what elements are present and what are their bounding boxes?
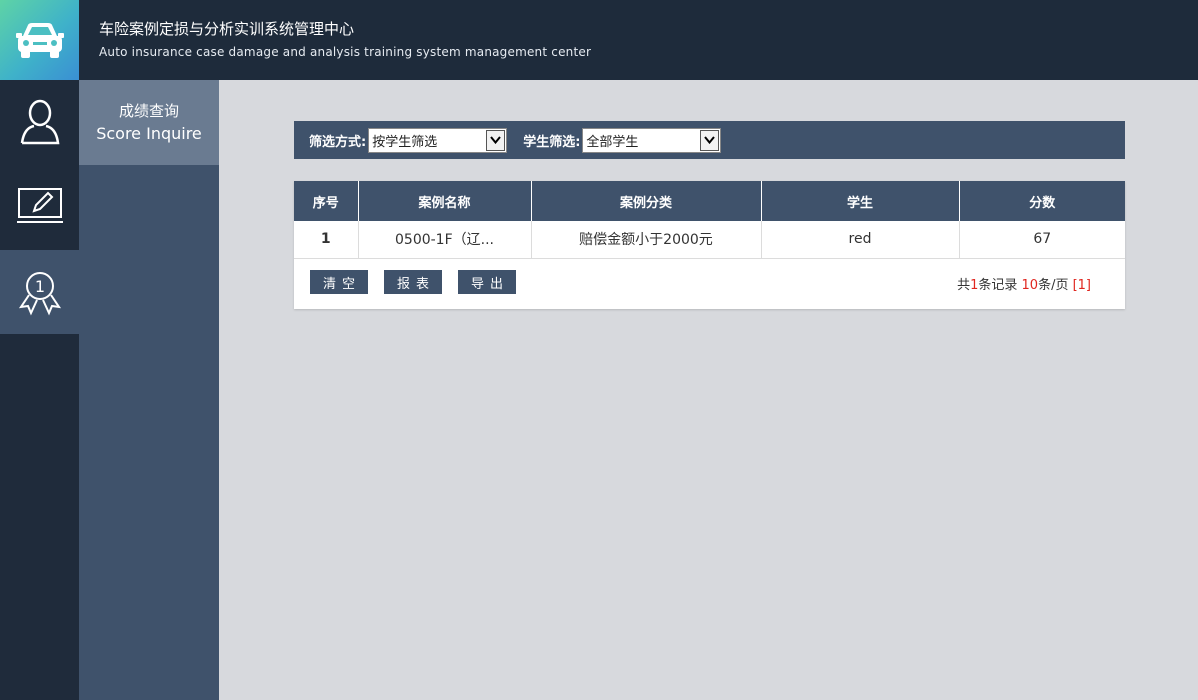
user-icon (20, 99, 59, 145)
pager-mid: 条记录 (978, 278, 1022, 293)
filter-bar: 筛选方式: 按学生筛选 学生筛选: 全部学生 (294, 121, 1125, 159)
system-subtitle: Auto insurance case damage and analysis … (99, 45, 592, 59)
pagination: 共1条记录 10条/页 [1] (957, 274, 1091, 293)
cell-case-category: 赔偿金额小于2000元 (531, 221, 762, 259)
export-button[interactable]: 导出 (458, 270, 516, 294)
chevron-down-icon (700, 129, 720, 151)
col-header-student: 学生 (761, 181, 960, 221)
filter-mode-select[interactable]: 按学生筛选 (368, 127, 508, 153)
filter-mode-value: 按学生筛选 (372, 134, 438, 150)
sub-menu-label-cn: 成绩查询 (118, 101, 179, 120)
col-header-case-name: 案例名称 (358, 181, 532, 221)
app-header: 车险案例定损与分析实训系统管理中心 Auto insurance case da… (0, 0, 1198, 80)
table-row[interactable]: 1 0500-1F（辽... 赔偿金额小于2000元 red 67 (294, 221, 1125, 259)
cell-index: 1 (294, 221, 359, 259)
score-table: 序号 案例名称 案例分类 学生 分数 1 0500-1F（辽... 赔偿金额小于… (294, 181, 1125, 259)
student-filter-select[interactable]: 全部学生 (582, 127, 722, 153)
edit-icon (16, 188, 63, 223)
car-icon (15, 23, 64, 58)
icon-sidebar: 1 (0, 80, 79, 700)
col-header-case-category: 案例分类 (531, 181, 762, 221)
col-header-index: 序号 (294, 181, 359, 221)
student-filter-label: 学生筛选: (523, 134, 581, 150)
system-title: 车险案例定损与分析实训系统管理中心 (99, 20, 355, 38)
action-buttons: 清空 报表 导出 (310, 270, 532, 294)
table-header-row: 序号 案例名称 案例分类 学生 分数 (294, 181, 1125, 221)
score-table-panel: 序号 案例名称 案例分类 学生 分数 1 0500-1F（辽... 赔偿金额小于… (294, 181, 1125, 309)
sub-menu-score-inquire[interactable]: 成绩查询 Score Inquire (79, 80, 219, 165)
logo (0, 0, 79, 80)
cell-student: red (761, 221, 960, 259)
chevron-down-icon (486, 129, 506, 151)
pager-per-page: 10 (1021, 278, 1039, 293)
sub-menu: 成绩查询 Score Inquire (79, 80, 219, 700)
pager-page-link[interactable]: [1] (1073, 278, 1091, 293)
sidebar-item-edit[interactable] (0, 164, 79, 248)
student-filter-value: 全部学生 (586, 134, 639, 150)
pager-suffix: 条/页 (1038, 278, 1073, 293)
svg-text:1: 1 (34, 277, 44, 296)
sub-menu-label-en: Score Inquire (96, 123, 202, 143)
report-button[interactable]: 报表 (384, 270, 442, 294)
cell-case-name: 0500-1F（辽... (358, 221, 532, 259)
award-icon: 1 (18, 272, 61, 316)
sidebar-item-user[interactable] (0, 80, 79, 164)
cell-score: 67 (959, 221, 1125, 259)
clear-button[interactable]: 清空 (310, 270, 368, 294)
filter-mode-label: 筛选方式: (309, 134, 367, 150)
col-header-score: 分数 (959, 181, 1125, 221)
pager-prefix: 共 (957, 278, 971, 293)
sidebar-item-score[interactable]: 1 (0, 250, 79, 334)
